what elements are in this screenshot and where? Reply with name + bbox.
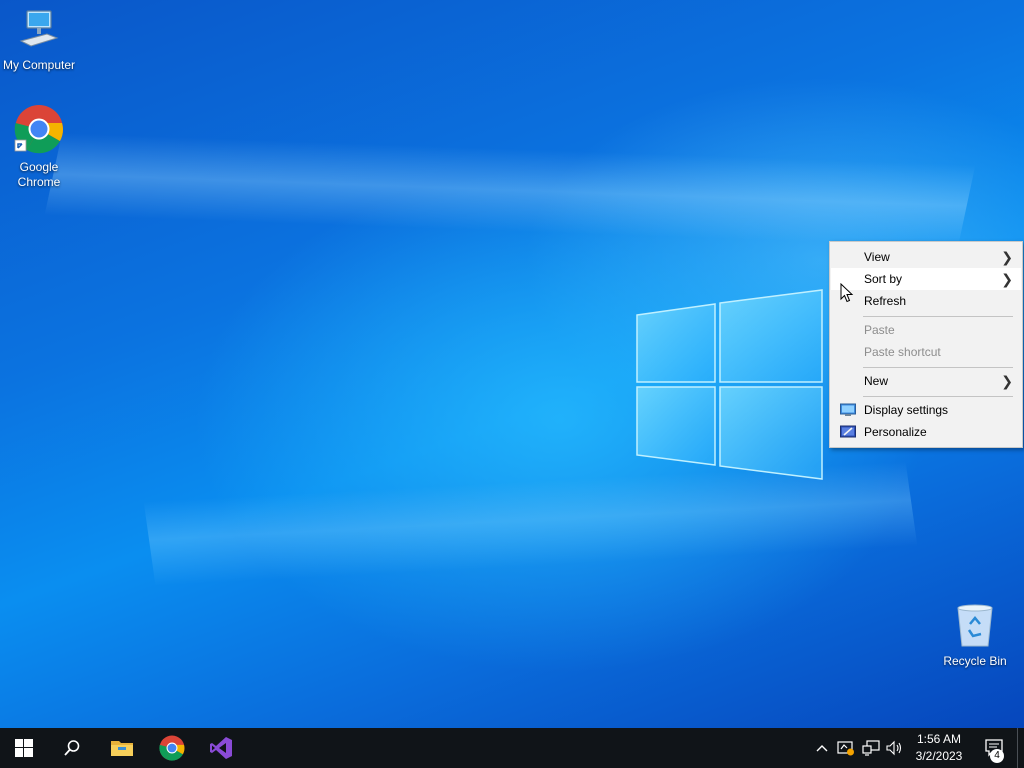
menu-item-display-settings[interactable]: Display settings — [831, 399, 1021, 421]
menu-item-sort-by[interactable]: Sort by ❯ — [831, 268, 1021, 290]
windows-logo-wallpaper — [636, 289, 823, 480]
desktop-icon-my-computer[interactable]: My Computer — [0, 8, 78, 73]
menu-item-label: View — [864, 250, 890, 264]
windows-start-icon — [15, 739, 33, 757]
menu-item-view[interactable]: View ❯ — [831, 246, 1021, 268]
security-tray-button[interactable] — [836, 728, 856, 768]
display-settings-icon — [840, 403, 856, 416]
desktop-icon-label-line1: Google — [19, 160, 59, 174]
menu-item-label: Sort by — [864, 272, 903, 286]
recycle-bin-icon — [957, 604, 993, 647]
clock-time: 1:56 AM — [916, 732, 962, 746]
desktop-icon-label-line2: Chrome — [17, 175, 61, 189]
menu-item-new[interactable]: New ❯ — [831, 370, 1021, 392]
menu-separator — [863, 316, 1013, 317]
menu-item-personalize[interactable]: Personalize — [831, 421, 1021, 443]
desktop[interactable]: My Computer Google Chrome Recycle Bin Vi… — [0, 0, 1024, 728]
file-explorer-button[interactable] — [98, 728, 146, 768]
menu-item-label: New — [864, 374, 889, 388]
chrome-taskbar-button[interactable] — [148, 728, 196, 768]
volume-tray-button[interactable] — [884, 728, 906, 768]
menu-item-paste[interactable]: Paste — [831, 319, 1021, 341]
chevron-right-icon: ❯ — [1001, 271, 1013, 287]
volume-icon — [886, 740, 902, 756]
desktop-icon-label: Recycle Bin — [943, 654, 1007, 668]
chrome-icon — [14, 105, 63, 154]
desktop-icon-recycle-bin[interactable]: Recycle Bin — [936, 600, 1014, 669]
menu-separator — [863, 396, 1013, 397]
chrome-icon — [159, 735, 185, 761]
taskbar-clock[interactable]: 1:56 AM 3/2/2023 — [906, 731, 972, 765]
show-hidden-icons-button[interactable] — [812, 728, 832, 768]
search-icon — [64, 740, 80, 756]
desktop-icon-label: My Computer — [2, 58, 76, 72]
mouse-cursor-icon — [840, 283, 854, 303]
menu-item-label: Paste shortcut — [864, 345, 941, 359]
visual-studio-icon — [210, 737, 232, 759]
menu-item-label: Display settings — [864, 403, 949, 417]
menu-item-label: Personalize — [864, 425, 927, 439]
file-explorer-icon — [111, 741, 133, 756]
menu-item-refresh[interactable]: Refresh — [831, 290, 1021, 312]
visual-studio-button[interactable] — [197, 728, 245, 768]
desktop-context-menu: View ❯ Sort by ❯ Refresh Paste Paste sho… — [829, 241, 1023, 448]
show-desktop-button[interactable] — [1017, 728, 1024, 768]
network-icon — [862, 740, 880, 756]
notification-count-badge: 4 — [990, 749, 1004, 763]
desktop-icon-google-chrome[interactable]: Google Chrome — [0, 104, 78, 190]
menu-item-paste-shortcut[interactable]: Paste shortcut — [831, 341, 1021, 363]
chevron-up-icon — [816, 745, 828, 752]
menu-item-label: Paste — [864, 323, 895, 337]
security-alert-icon — [837, 741, 854, 756]
menu-item-label: Refresh — [864, 294, 907, 308]
taskbar: 1:56 AM 3/2/2023 — [0, 728, 1024, 768]
personalize-icon — [840, 425, 856, 438]
network-tray-button[interactable] — [860, 728, 882, 768]
chevron-right-icon: ❯ — [1001, 249, 1013, 265]
menu-separator — [863, 367, 1013, 368]
chevron-right-icon: ❯ — [1001, 373, 1013, 389]
start-button[interactable] — [0, 728, 48, 768]
search-button[interactable] — [48, 728, 96, 768]
computer-icon — [19, 10, 59, 47]
clock-date: 3/2/2023 — [915, 749, 963, 763]
